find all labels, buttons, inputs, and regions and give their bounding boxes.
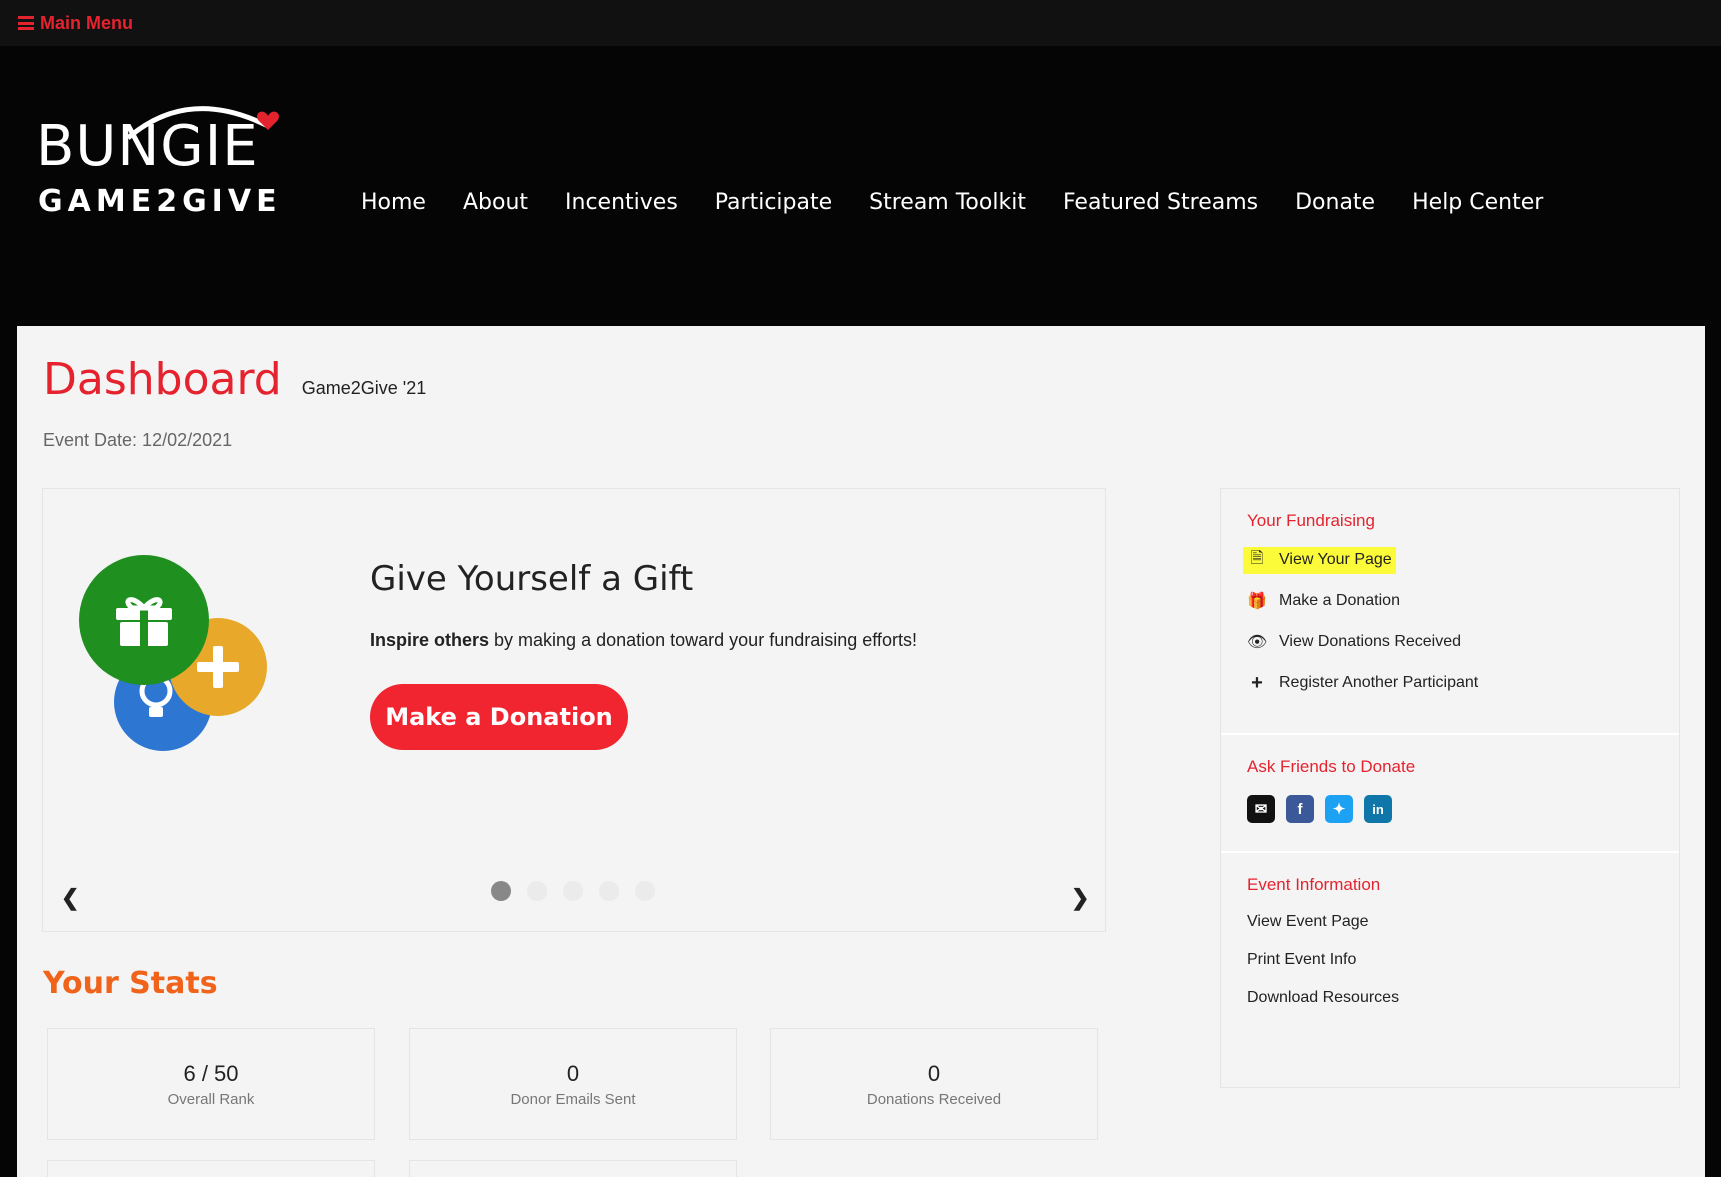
slide-text-bold: Inspire others: [370, 630, 490, 650]
carousel-dot-1[interactable]: [491, 881, 511, 901]
stat-value: 6 / 50: [183, 1061, 239, 1086]
nav-about[interactable]: About: [463, 190, 528, 215]
main-menu-button[interactable]: Main Menu: [18, 13, 133, 34]
link-label: View Donations Received: [1279, 633, 1462, 650]
nav-participate[interactable]: Participate: [715, 190, 832, 215]
stat-label: Donations Received: [866, 1091, 1002, 1108]
section-heading: Your Fundraising: [1247, 511, 1375, 530]
title-row: Dashboard Game2Give '21: [43, 354, 426, 405]
make-donation-button[interactable]: Make a Donation: [370, 684, 628, 750]
make-donation-link[interactable]: 🎁 Make a Donation: [1247, 590, 1653, 612]
nav-help-center[interactable]: Help Center: [1412, 190, 1543, 215]
share-buttons: ✉ f ✦ in: [1247, 795, 1653, 823]
stats-title: Your Stats: [43, 966, 218, 1001]
plus-icon: +: [1251, 671, 1263, 694]
section-heading: Ask Friends to Donate: [1247, 757, 1416, 776]
eye-icon: 👁: [1247, 634, 1268, 651]
stat-card-partial: [409, 1160, 737, 1177]
slide-text-rest: by making a donation toward your fundrai…: [489, 630, 917, 650]
stat-card-donor-emails: 0 Donor Emails Sent: [409, 1028, 737, 1140]
facebook-share-icon[interactable]: f: [1286, 795, 1314, 823]
main-menu-label: Main Menu: [40, 12, 133, 33]
top-bar: Main Menu: [0, 0, 1721, 46]
carousel-dot-5[interactable]: [635, 881, 655, 901]
stat-label: Overall Rank: [167, 1091, 255, 1108]
view-donations-link[interactable]: 👁 View Donations Received: [1247, 631, 1653, 653]
gift-icon: 🎁: [1247, 593, 1267, 610]
view-event-page-link[interactable]: View Event Page: [1247, 913, 1653, 931]
section-heading: Event Information: [1247, 875, 1381, 894]
stat-value: 0: [566, 1061, 580, 1086]
linkedin-share-icon[interactable]: in: [1364, 795, 1392, 823]
slide-text: Inspire others by making a donation towa…: [370, 630, 917, 651]
link-label: Make a Donation: [1279, 592, 1400, 609]
stat-value: 0: [927, 1061, 941, 1086]
nav-stream-toolkit[interactable]: Stream Toolkit: [869, 190, 1026, 215]
twitter-share-icon[interactable]: ✦: [1325, 795, 1353, 823]
bungie-game2give-logo[interactable]: BUNGIE GAME2GIVE: [36, 96, 298, 222]
stat-card-partial: [47, 1160, 375, 1177]
link-label: View Your Page: [1279, 551, 1392, 568]
slide-title: Give Yourself a Gift: [370, 559, 694, 599]
event-information-section: Event Information View Event Page Print …: [1221, 853, 1679, 1047]
carousel-dot-4[interactable]: [599, 881, 619, 901]
nav-donate[interactable]: Donate: [1295, 190, 1375, 215]
print-event-info-link[interactable]: Print Event Info: [1247, 951, 1653, 969]
register-participant-link[interactable]: + Register Another Participant: [1247, 672, 1653, 694]
nav-featured-streams[interactable]: Featured Streams: [1063, 190, 1258, 215]
your-fundraising-section: Your Fundraising 🗎 View Your Page 🎁 Make…: [1221, 489, 1679, 735]
stat-card-overall-rank: 6 / 50 Overall Rank: [47, 1028, 375, 1140]
file-icon: 🗎: [1250, 549, 1264, 567]
view-your-page-link[interactable]: 🗎 View Your Page: [1243, 546, 1653, 574]
carousel-dot-3[interactable]: [563, 881, 583, 901]
ask-friends-section: Ask Friends to Donate ✉ f ✦ in: [1221, 735, 1679, 853]
event-date: Event Date: 12/02/2021: [43, 430, 233, 450]
gift-icon: [79, 555, 209, 685]
email-share-icon[interactable]: ✉: [1247, 795, 1275, 823]
stat-label: Donor Emails Sent: [510, 1091, 636, 1108]
stat-card-donations-received: 0 Donations Received: [770, 1028, 1098, 1140]
logo-game2give-text: GAME2GIVE: [38, 184, 282, 219]
nav-home[interactable]: Home: [361, 190, 426, 215]
link-label: Register Another Participant: [1279, 674, 1479, 691]
logo-bungie-text: BUNGIE: [36, 114, 259, 179]
main-nav: Home About Incentives Participate Stream…: [361, 190, 1580, 215]
chevron-left-icon[interactable]: ❮: [61, 885, 79, 911]
highlighted-link: 🗎 View Your Page: [1243, 546, 1396, 574]
chevron-right-icon[interactable]: ❯: [1071, 885, 1089, 911]
carousel-dot-2[interactable]: [527, 881, 547, 901]
dashboard-panel: Dashboard Game2Give '21 Event Date: 12/0…: [17, 326, 1705, 1177]
download-resources-link[interactable]: Download Resources: [1247, 989, 1653, 1007]
nav-incentives[interactable]: Incentives: [565, 190, 678, 215]
carousel-dots: [491, 881, 655, 901]
page-title: Dashboard: [43, 354, 282, 405]
event-name: Game2Give '21: [301, 378, 427, 398]
hamburger-icon: [18, 16, 34, 30]
site-header: BUNGIE GAME2GIVE Home About Incentives P…: [0, 46, 1721, 326]
gift-illustration: [79, 555, 279, 765]
carousel: Give Yourself a Gift Inspire others by m…: [42, 488, 1106, 932]
sidebar: Your Fundraising 🗎 View Your Page 🎁 Make…: [1220, 488, 1680, 1088]
